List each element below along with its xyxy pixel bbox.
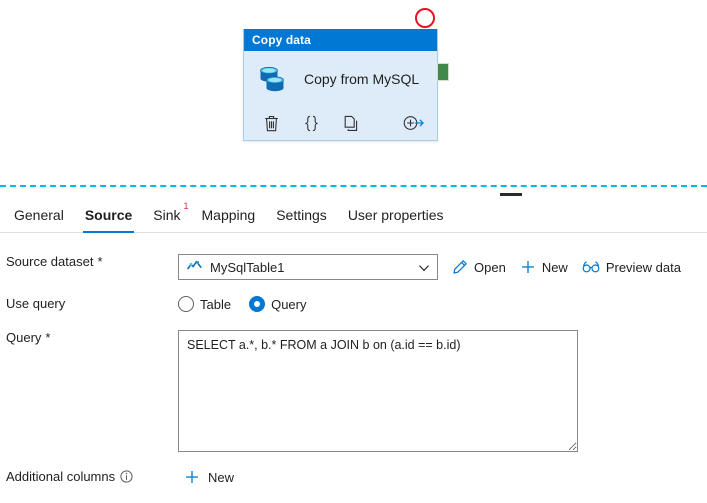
activity-node-header-title: Copy data [252, 33, 311, 47]
use-query-row: Use query Table Query [0, 296, 707, 312]
radio-circle-icon [178, 296, 194, 312]
dataset-icon [187, 259, 202, 275]
source-dataset-label: Source dataset [6, 254, 94, 269]
new-dataset-button[interactable]: New [520, 254, 568, 280]
tab-sink-label: Sink [153, 207, 181, 223]
tab-general-label: General [14, 207, 64, 223]
add-arrow-icon[interactable] [403, 112, 425, 134]
additional-columns-label-group: Additional columns [0, 469, 178, 484]
query-required-marker: * [45, 330, 51, 345]
radio-use-query-query-label: Query [271, 296, 307, 312]
use-query-label: Use query [6, 296, 66, 311]
open-dataset-button[interactable]: Open [452, 254, 506, 280]
preview-data-button[interactable]: Preview data [582, 254, 681, 280]
activity-properties-panel: General Source Sink 1 Mapping Settings U… [0, 197, 707, 503]
tab-mapping-label: Mapping [201, 207, 256, 223]
tab-general[interactable]: General [5, 207, 73, 232]
panel-resize-grip[interactable] [500, 193, 522, 196]
panel-splitter[interactable] [0, 183, 707, 197]
pencil-icon [452, 259, 468, 275]
radio-use-query-table[interactable]: Table [178, 296, 231, 312]
database-copy-icon [258, 63, 292, 95]
pipeline-canvas[interactable]: Copy data Copy from MySQL [0, 0, 707, 178]
preview-data-label: Preview data [605, 259, 681, 275]
splitter-dashed-line [0, 185, 707, 187]
query-row: Query * [0, 330, 707, 452]
source-dataset-value: MySqlTable1 [210, 259, 285, 275]
additional-columns-label: Additional columns [6, 469, 116, 484]
query-label: Query [6, 330, 42, 345]
source-dataset-required-marker: * [97, 254, 103, 269]
tab-source[interactable]: Source [76, 207, 141, 233]
use-query-label-group: Use query [0, 296, 178, 311]
tab-sink-badge: 1 [183, 201, 189, 211]
code-braces-icon[interactable] [300, 112, 322, 134]
new-dataset-label: New [541, 259, 568, 275]
tab-source-label: Source [84, 207, 133, 223]
activity-node-copy-data[interactable]: Copy data Copy from MySQL [243, 29, 438, 141]
chevron-down-icon [418, 262, 430, 277]
source-dataset-dropdown[interactable]: MySqlTable1 [178, 254, 438, 280]
copy-icon[interactable] [340, 112, 362, 134]
radio-use-query-table-label: Table [200, 296, 232, 312]
properties-tabbar: General Source Sink 1 Mapping Settings U… [0, 197, 707, 233]
activity-node-header: Copy data [244, 29, 437, 51]
trash-icon[interactable] [260, 112, 282, 134]
tab-user-properties[interactable]: User properties [339, 207, 453, 232]
use-query-radio-group: Table Query [178, 296, 324, 312]
add-additional-column-label: New [208, 469, 235, 485]
activity-node-body: Copy from MySQL [244, 51, 437, 107]
open-dataset-label: Open [474, 259, 506, 275]
radio-use-query-query[interactable]: Query [249, 296, 306, 312]
plus-icon [520, 259, 536, 275]
source-dataset-row: Source dataset * MySqlTable1 Open New Pr… [0, 254, 707, 280]
query-label-group: Query * [0, 330, 178, 345]
error-circle-marker [415, 8, 435, 28]
query-input[interactable] [178, 330, 578, 452]
plus-icon [184, 469, 200, 485]
tab-settings[interactable]: Settings [267, 207, 336, 232]
additional-columns-row: Additional columns New [0, 469, 707, 485]
success-output-port[interactable] [437, 63, 449, 81]
add-additional-column-button[interactable]: New [184, 469, 234, 485]
activity-node-toolbar [244, 107, 437, 139]
tab-user-properties-label: User properties [347, 207, 444, 223]
tab-sink[interactable]: Sink 1 [144, 201, 189, 232]
tab-mapping[interactable]: Mapping [193, 207, 265, 232]
source-dataset-label-group: Source dataset * [0, 254, 178, 269]
tab-settings-label: Settings [276, 207, 327, 223]
glasses-icon [582, 260, 600, 274]
activity-node-name: Copy from MySQL [304, 71, 420, 87]
info-icon[interactable] [120, 470, 133, 483]
radio-circle-selected-icon [249, 296, 266, 312]
